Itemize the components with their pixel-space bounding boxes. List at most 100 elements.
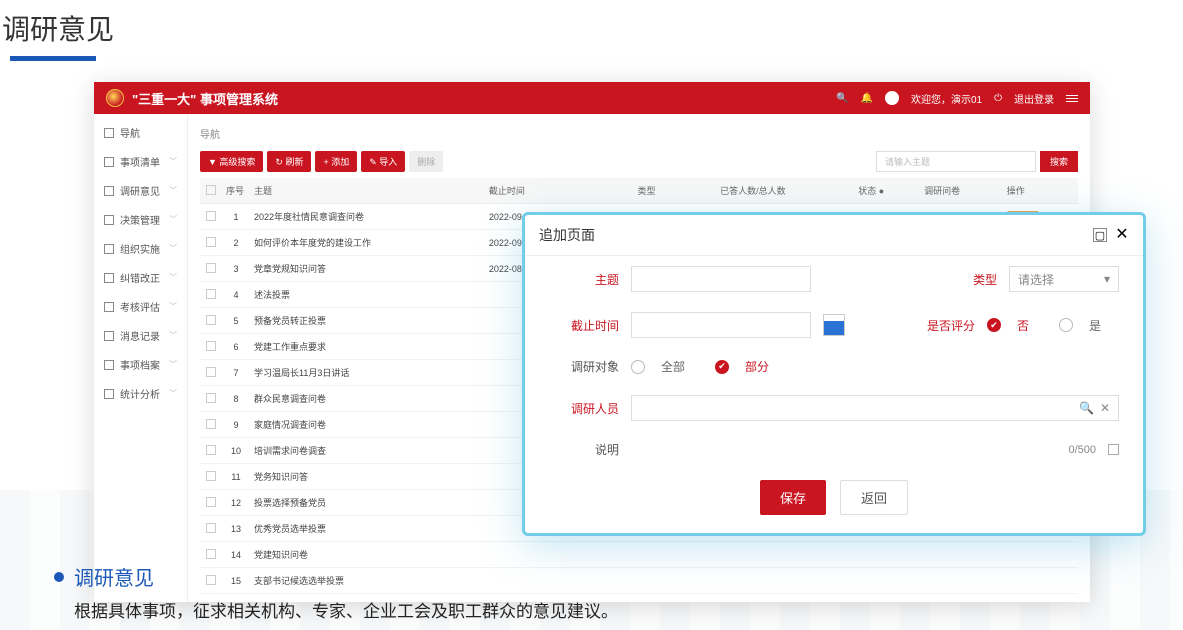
cell-seq: 3 [222,256,250,282]
calendar-icon[interactable] [823,314,845,336]
chevron-down-icon: ﹀ [169,156,177,167]
radio-no[interactable] [987,318,1001,332]
radio-part[interactable] [715,360,729,374]
chevron-down-icon: ﹀ [169,272,177,283]
row-checkbox[interactable] [206,445,216,455]
adv-search-button[interactable]: ▼ 高级搜索 [200,151,263,172]
import-button[interactable]: ✎ 导入 [361,151,405,172]
menu-icon[interactable] [1066,95,1078,102]
cell-seq: 9 [222,412,250,438]
toolbar: ▼ 高级搜索 ↻ 刷新 + 添加 ✎ 导入 删除 请输入主题 搜索 [200,151,1078,172]
row-checkbox[interactable] [206,211,216,221]
people-input[interactable]: 🔍 ✕ [631,395,1119,421]
row-checkbox[interactable] [206,315,216,325]
menu-item-icon [104,273,114,283]
row-checkbox[interactable] [206,523,216,533]
chevron-down-icon: ﹀ [169,214,177,225]
avatar-icon[interactable] [885,91,899,105]
bell-icon[interactable]: 🔔 [861,93,873,104]
sidebar-item[interactable]: 考核评估 ﹀ [94,292,187,321]
col-deadline[interactable]: 截止时间 [485,178,634,204]
chevron-down-icon: ﹀ [169,301,177,312]
cell-subject: 述法投票 [250,282,485,308]
deadline-input[interactable] [631,312,811,338]
label-type: 类型 [927,271,997,288]
sidebar-item[interactable]: 事项档案﹀ [94,350,187,379]
breadcrumb: 导航 [200,122,1078,151]
cell-subject: 培训需求问卷调查 [250,438,485,464]
power-icon[interactable]: ⏻ [994,93,1002,104]
radio-all[interactable] [631,360,645,374]
chevron-down-icon: ﹀ [169,330,177,341]
sidebar-item[interactable]: 组织实施﹀ [94,234,187,263]
col-op[interactable]: 操作 [1003,178,1078,204]
clear-icon[interactable]: ✕ [1100,401,1110,415]
col-status[interactable]: 状态 ● [854,178,920,204]
sidebar-item[interactable]: 调研意见﹀ [94,176,187,205]
expand-icon[interactable] [1108,444,1119,455]
cell-subject: 党务知识问答 [250,464,485,490]
cell-subject: 投票选择预备党员 [250,490,485,516]
chevron-down-icon: ﹀ [169,359,177,370]
cell-seq: 6 [222,334,250,360]
nav-icon [104,128,114,138]
cell-count [716,568,854,594]
row-checkbox[interactable] [206,471,216,481]
col-seq[interactable]: 序号 [222,178,250,204]
close-icon[interactable]: ✕ [1115,228,1129,242]
cell-seq: 1 [222,204,250,230]
checkbox-all[interactable] [206,185,216,195]
type-select[interactable]: 请选择▾ [1009,266,1119,292]
modal-title: 追加页面 [539,225,1085,245]
col-subject[interactable]: 主题 [250,178,485,204]
row-checkbox[interactable] [206,367,216,377]
save-button[interactable]: 保存 [760,480,826,515]
cell-subject: 优秀党员选举投票 [250,516,485,542]
cell-subject: 2022年度社情民意调查问卷 [250,204,485,230]
menu-item-icon [104,331,114,341]
row-checkbox[interactable] [206,237,216,247]
row-checkbox[interactable] [206,419,216,429]
search-button[interactable]: 搜索 [1040,151,1078,172]
col-count[interactable]: 已答人数/总人数 [716,178,854,204]
page-title: 调研意见 [0,0,1183,52]
col-type[interactable]: 类型 [633,178,716,204]
label-deadline: 截止时间 [549,317,619,334]
cell-subject: 家庭情况调查问卷 [250,412,485,438]
maximize-icon[interactable]: ▢ [1093,228,1107,242]
radio-yes-label: 是 [1089,317,1101,334]
radio-all-label: 全部 [661,358,685,375]
cell-count [716,542,854,568]
footer-desc: 根据具体事项，征求相关机构、专家、企业工会及职工群众的意见建议。 [54,597,618,622]
row-checkbox[interactable] [206,289,216,299]
row-checkbox[interactable] [206,497,216,507]
subject-input[interactable] [631,266,811,292]
search-input[interactable]: 请输入主题 [876,151,1036,172]
search-icon[interactable]: 🔍 [836,93,848,104]
sidebar-item[interactable]: 事项清单 ﹀ [94,147,187,176]
sidebar-item-label: 考核评估 [120,299,160,314]
search-icon[interactable]: 🔍 [1079,401,1094,415]
refresh-button[interactable]: ↻ 刷新 [267,151,311,172]
col-cfg[interactable]: 调研问卷 [920,178,1003,204]
delete-button[interactable]: 删除 [409,151,443,172]
cell-status [854,568,920,594]
sidebar-item-label: 事项清单 [120,154,160,169]
sidebar-item[interactable]: 纠错改正﹀ [94,263,187,292]
row-checkbox[interactable] [206,341,216,351]
sidebar-item[interactable]: 决策管理﹀ [94,205,187,234]
label-subject: 主题 [549,271,619,288]
row-checkbox[interactable] [206,549,216,559]
row-checkbox[interactable] [206,393,216,403]
radio-yes[interactable] [1059,318,1073,332]
cell-config-link[interactable] [920,568,1003,594]
row-checkbox[interactable] [206,263,216,273]
sidebar-item[interactable]: 统计分析﹀ [94,379,187,408]
cell-subject: 群众民意调查问卷 [250,386,485,412]
sidebar-item-label: 消息记录 [120,328,160,343]
back-button[interactable]: 返回 [840,480,908,515]
sidebar-item[interactable]: 消息记录 ﹀ [94,321,187,350]
cell-config-link[interactable] [920,542,1003,568]
logout-link[interactable]: 退出登录 [1014,91,1054,106]
add-button[interactable]: + 添加 [315,151,357,172]
